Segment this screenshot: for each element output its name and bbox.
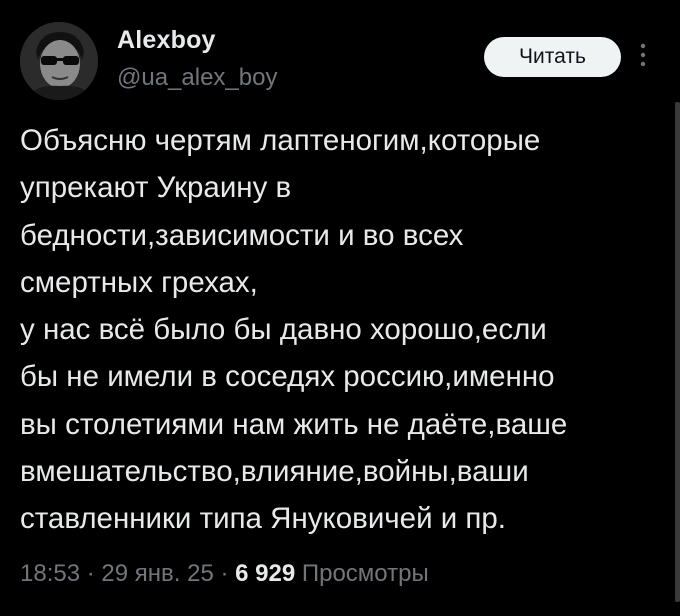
more-vertical-icon[interactable] [636, 38, 650, 72]
follow-button[interactable]: Читать [484, 37, 621, 77]
meta-separator: · [213, 560, 236, 587]
tweet-date[interactable]: 29 янв. 25 [101, 560, 213, 587]
views-count: 6 929 [235, 560, 296, 587]
tweet-time[interactable]: 18:53 [20, 560, 80, 587]
meta-separator: · [80, 560, 102, 587]
avatar[interactable] [20, 22, 98, 100]
tweet-card: Alexboy @ua_alex_boy Читать Объясню черт… [0, 0, 680, 616]
scrollbar[interactable] [675, 102, 680, 602]
tweet-meta: 18:53 · 29 янв. 25 · 6 929 Просмотры [20, 560, 429, 588]
author-handle[interactable]: @ua_alex_boy [117, 64, 277, 92]
author-display-name[interactable]: Alexboy [117, 26, 216, 55]
avatar-photo-icon [20, 22, 98, 100]
views-label: Просмотры [295, 560, 429, 587]
tweet-text: Объясню чертям лаптеногим,которые упрека… [20, 124, 568, 536]
